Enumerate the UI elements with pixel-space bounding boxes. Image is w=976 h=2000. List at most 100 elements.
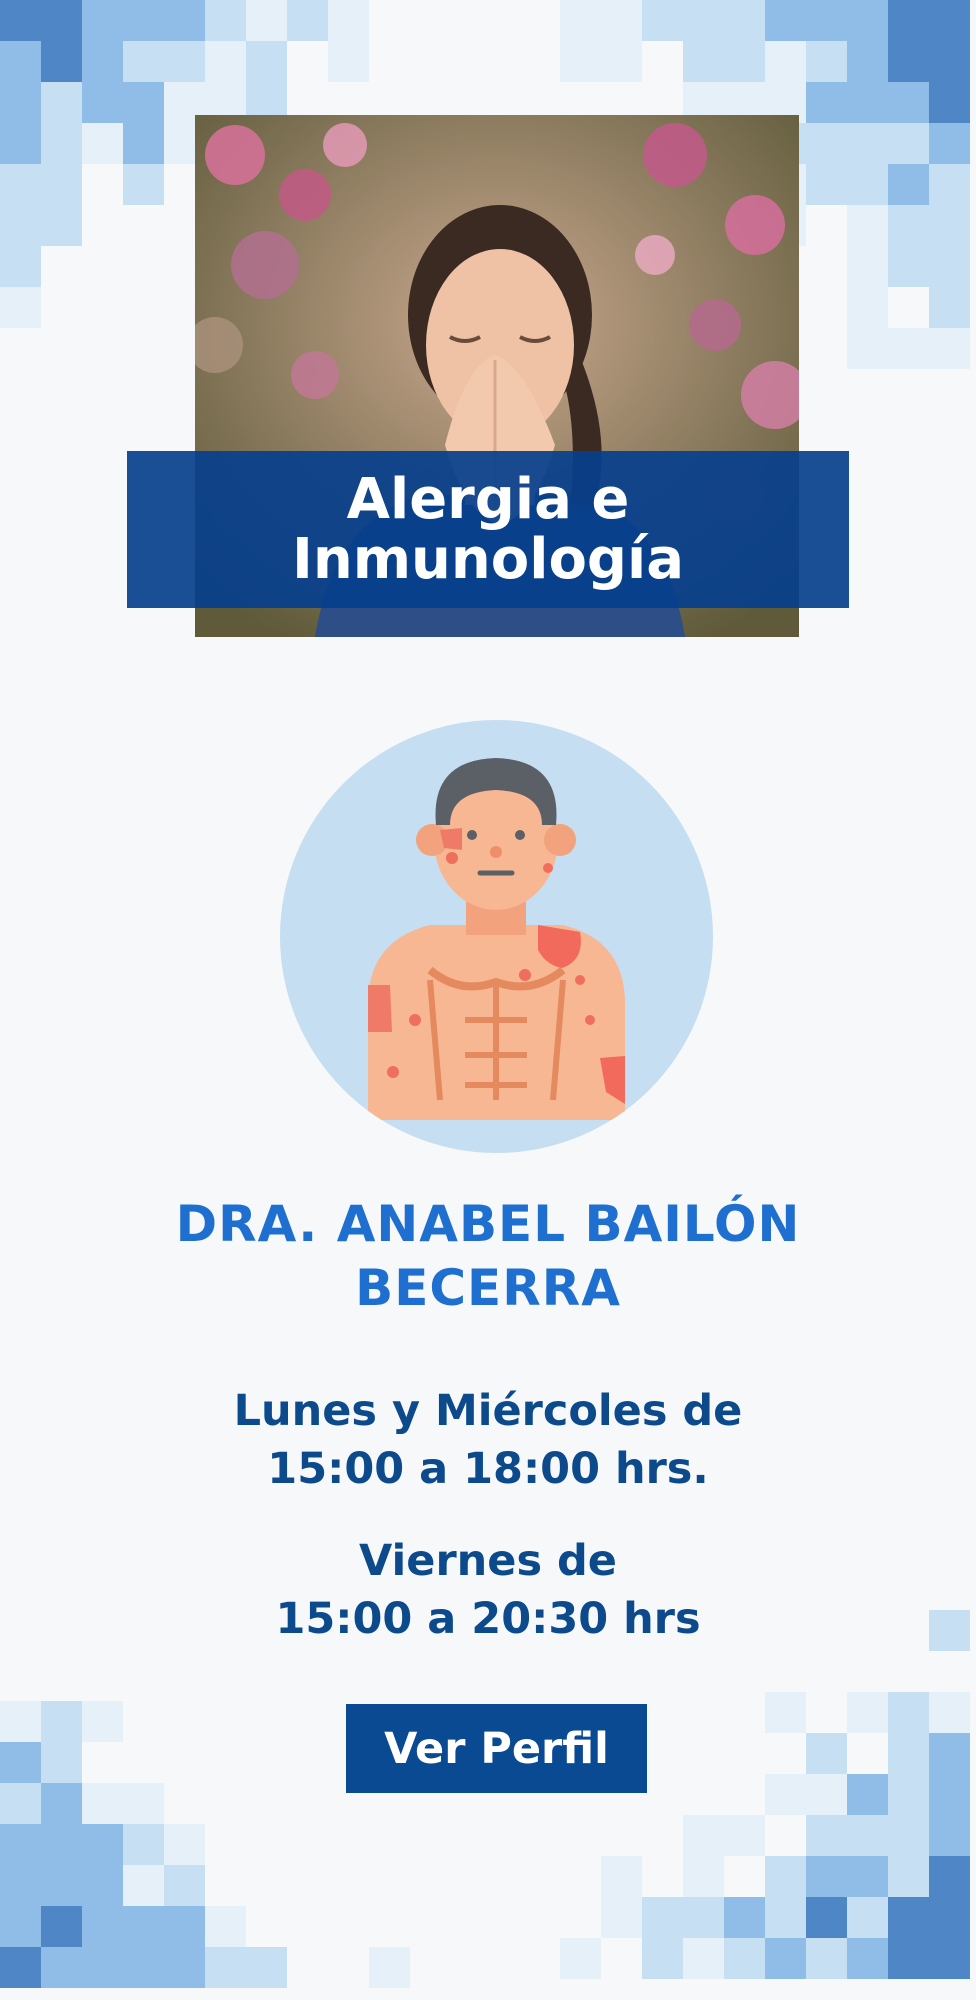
mosaic-tile	[82, 1824, 123, 1865]
mosaic-tile	[683, 1856, 724, 1897]
mosaic-tile	[888, 123, 929, 164]
mosaic-tile	[888, 41, 929, 82]
mosaic-tile	[164, 41, 205, 82]
mosaic-tile	[0, 246, 41, 287]
mosaic-tile	[847, 1897, 888, 1938]
mosaic-tile	[765, 1774, 806, 1815]
mosaic-tile	[41, 0, 82, 41]
mosaic-tile	[41, 1783, 82, 1824]
mosaic-tile	[601, 1897, 642, 1938]
mosaic-tile	[123, 1865, 164, 1906]
mosaic-tile	[724, 0, 765, 41]
mosaic-tile	[888, 328, 929, 369]
mosaic-tile	[328, 41, 369, 82]
mosaic-tile	[806, 1938, 847, 1979]
mosaic-tile	[929, 287, 970, 328]
man-skin-rash-icon	[280, 720, 713, 1153]
mosaic-tile	[765, 1897, 806, 1938]
mosaic-tile	[765, 1692, 806, 1733]
mosaic-tile	[683, 1897, 724, 1938]
mosaic-tile	[164, 1824, 205, 1865]
mosaic-tile	[82, 1865, 123, 1906]
mosaic-tile	[0, 82, 41, 123]
mosaic-tile	[765, 41, 806, 82]
mosaic-tile	[41, 164, 82, 205]
mosaic-tile	[123, 0, 164, 41]
mosaic-tile	[0, 1742, 41, 1783]
mosaic-tile	[41, 41, 82, 82]
mosaic-tile	[41, 1701, 82, 1742]
mosaic-tile	[0, 1824, 41, 1865]
mosaic-tile	[0, 123, 41, 164]
mosaic-tile	[164, 1906, 205, 1947]
mosaic-tile	[123, 41, 164, 82]
mosaic-tile	[929, 0, 970, 41]
mosaic-tile	[847, 41, 888, 82]
mosaic-tile	[246, 41, 287, 82]
mosaic-tile	[929, 1774, 970, 1815]
mosaic-tile	[888, 82, 929, 123]
mosaic-tile	[724, 1938, 765, 1979]
mosaic-tile	[683, 41, 724, 82]
schedule-days-1: Lunes y Miércoles de	[233, 1386, 743, 1436]
mosaic-tile	[41, 1742, 82, 1783]
mosaic-tile	[41, 82, 82, 123]
mosaic-tile	[847, 82, 888, 123]
schedule-block-2: Viernes de 15:00 a 20:30 hrs	[0, 1532, 976, 1648]
mosaic-tile	[560, 1938, 601, 1979]
mosaic-tile	[847, 1692, 888, 1733]
specialty-banner: Alergia e Inmunología	[127, 451, 849, 608]
mosaic-tile	[123, 123, 164, 164]
mosaic-tile	[205, 1906, 246, 1947]
mosaic-tile	[82, 0, 123, 41]
mosaic-tile	[888, 246, 929, 287]
view-profile-button[interactable]: Ver Perfil	[346, 1704, 647, 1793]
mosaic-tile	[888, 1856, 929, 1897]
mosaic-tile	[765, 0, 806, 41]
mosaic-tile	[888, 1815, 929, 1856]
mosaic-tile	[929, 1733, 970, 1774]
mosaic-tile	[847, 1774, 888, 1815]
schedule-days-2: Viernes de	[359, 1536, 617, 1586]
mosaic-tile	[123, 1906, 164, 1947]
mosaic-tile	[929, 1938, 970, 1979]
mosaic-tile	[642, 1897, 683, 1938]
mosaic-tile	[0, 164, 41, 205]
mosaic-tile	[82, 123, 123, 164]
specialty-title-line1: Alergia e	[346, 466, 630, 532]
mosaic-tile	[82, 1701, 123, 1742]
mosaic-tile	[205, 0, 246, 41]
mosaic-tile	[806, 1733, 847, 1774]
mosaic-tile	[929, 82, 970, 123]
mosaic-tile	[642, 1938, 683, 1979]
mosaic-tile	[929, 123, 970, 164]
mosaic-tile	[888, 1897, 929, 1938]
mosaic-tile	[164, 1865, 205, 1906]
mosaic-tile	[929, 41, 970, 82]
doctor-name-line2: BECERRA	[355, 1259, 621, 1317]
mosaic-tile	[847, 246, 888, 287]
mosaic-tile	[847, 164, 888, 205]
mosaic-tile	[724, 1815, 765, 1856]
mosaic-tile	[41, 1865, 82, 1906]
mosaic-tile	[683, 0, 724, 41]
mosaic-tile	[847, 123, 888, 164]
mosaic-tile	[806, 164, 847, 205]
mosaic-tile	[205, 41, 246, 82]
mosaic-tile	[929, 1692, 970, 1733]
mosaic-tile	[41, 1906, 82, 1947]
mosaic-tile	[164, 1947, 205, 1988]
mosaic-tile	[560, 0, 601, 41]
mosaic-tile	[724, 1897, 765, 1938]
mosaic-tile	[123, 1783, 164, 1824]
mosaic-tile	[0, 287, 41, 328]
mosaic-tile	[287, 0, 328, 41]
mosaic-tile	[246, 0, 287, 41]
mosaic-tile	[929, 1815, 970, 1856]
mosaic-tile	[601, 0, 642, 41]
mosaic-tile	[82, 1783, 123, 1824]
doctor-avatar	[280, 720, 713, 1153]
mosaic-tile	[41, 123, 82, 164]
mosaic-tile	[888, 1938, 929, 1979]
schedule-hours-1: 15:00 a 18:00 hrs.	[267, 1444, 709, 1494]
